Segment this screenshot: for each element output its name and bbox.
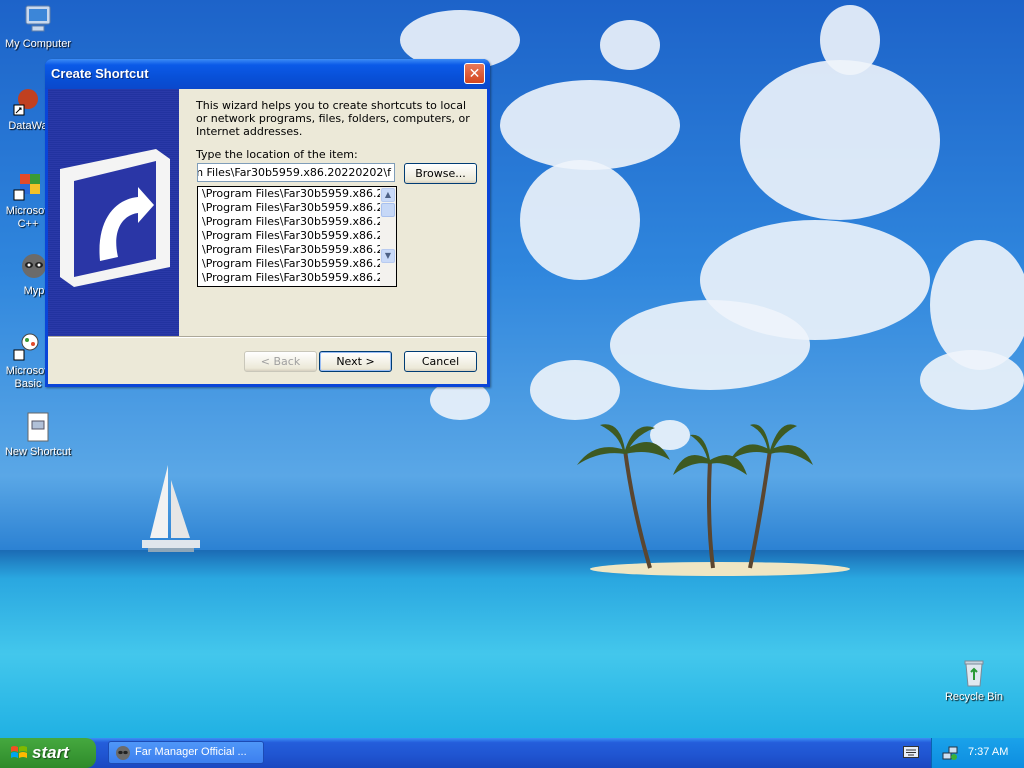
wizard-intro-text: This wizard helps you to create shortcut… — [196, 99, 470, 138]
cloud — [820, 5, 880, 75]
shortcut-arrow-icon — [60, 149, 170, 287]
computer-icon — [22, 3, 54, 35]
dialog-body: This wizard helps you to create shortcut… — [48, 89, 487, 384]
desktop-icon-new-shortcut[interactable]: New Shortcut — [0, 411, 76, 459]
desktop-icon-label: My Computer — [4, 38, 72, 50]
scroll-down-icon[interactable]: ▼ — [381, 249, 395, 263]
desktop-icon-label: Recycle Bin — [944, 691, 1004, 703]
scroll-up-icon[interactable]: ▲ — [381, 188, 395, 202]
windows-flag-icon — [11, 746, 27, 758]
raccoon-icon — [116, 746, 130, 760]
sailboat — [142, 465, 200, 552]
list-item[interactable]: \Program Files\Far30b5959.x86.2022 — [198, 243, 396, 257]
location-input[interactable]: C:\Program Files\Far30b5959.x86.20220202… — [197, 163, 395, 182]
clock[interactable]: 7:37 AM — [968, 746, 1008, 758]
dialog-title-bar[interactable]: Create Shortcut ✕ — [45, 59, 490, 89]
list-item[interactable]: \Program Files\Far30b5959.x86.2022 — [198, 201, 396, 215]
cloud — [740, 60, 940, 220]
autocomplete-scrollbar[interactable]: ▲ ▼ — [380, 187, 396, 286]
recycle-bin-icon — [958, 656, 990, 688]
create-shortcut-dialog: Create Shortcut ✕ This wizard helps you … — [45, 59, 490, 387]
cloud — [520, 160, 640, 280]
desktop-icon-label: New Shortcut — [4, 446, 72, 458]
desktop-icon-my-computer[interactable]: My Computer — [0, 3, 76, 51]
cloud — [600, 20, 660, 70]
scroll-thumb[interactable] — [381, 203, 395, 217]
visual-cpp-icon — [12, 170, 44, 202]
desktop-icon-recycle-bin[interactable]: Recycle Bin — [936, 656, 1012, 704]
cloud — [610, 300, 810, 390]
cloud — [920, 350, 1024, 410]
list-item[interactable]: \Program Files\Far30b5959.x86.2022 — [198, 271, 396, 285]
dialog-title: Create Shortcut — [51, 66, 149, 81]
location-label: Type the location of the item: — [196, 148, 358, 161]
palm-trees — [577, 424, 813, 569]
wizard-banner — [48, 89, 179, 336]
sea — [0, 550, 1024, 738]
taskbar-button-far-manager[interactable]: Far Manager Official ... — [108, 741, 264, 764]
visual-basic-icon — [12, 330, 44, 362]
autocomplete-list[interactable]: \Program Files\Far30b5959.x86.2022 \Prog… — [197, 186, 397, 287]
application-icon — [12, 85, 44, 117]
cloud — [500, 80, 680, 170]
cloud — [530, 360, 620, 420]
keyboard-icon[interactable] — [903, 746, 919, 758]
browse-button[interactable]: Browse... — [404, 163, 477, 184]
close-button[interactable]: ✕ — [464, 63, 485, 84]
taskbar: start Far Manager Official ... 7:37 AM — [0, 738, 1024, 768]
shortcut-file-icon — [22, 411, 54, 443]
list-item[interactable]: \Program Files\Far30b5959.x86.2022 — [198, 229, 396, 243]
start-button[interactable]: start — [0, 738, 96, 768]
back-button[interactable]: < Back — [244, 351, 317, 372]
system-tray: 7:37 AM — [931, 738, 1024, 768]
taskbar-button-label: Far Manager Official ... — [135, 746, 247, 758]
start-label: start — [32, 743, 69, 762]
cancel-button[interactable]: Cancel — [404, 351, 477, 372]
list-item[interactable]: \Program Files\Far30b5959.x86.2022 — [198, 257, 396, 271]
divider — [48, 336, 487, 338]
next-button[interactable]: Next > — [319, 351, 392, 372]
list-item[interactable]: \Program Files\Far30b5959.x86.2022 — [198, 187, 396, 201]
network-icon[interactable] — [942, 745, 958, 761]
list-item[interactable]: \Program Files\Far30b5959.x86.2022 — [198, 215, 396, 229]
